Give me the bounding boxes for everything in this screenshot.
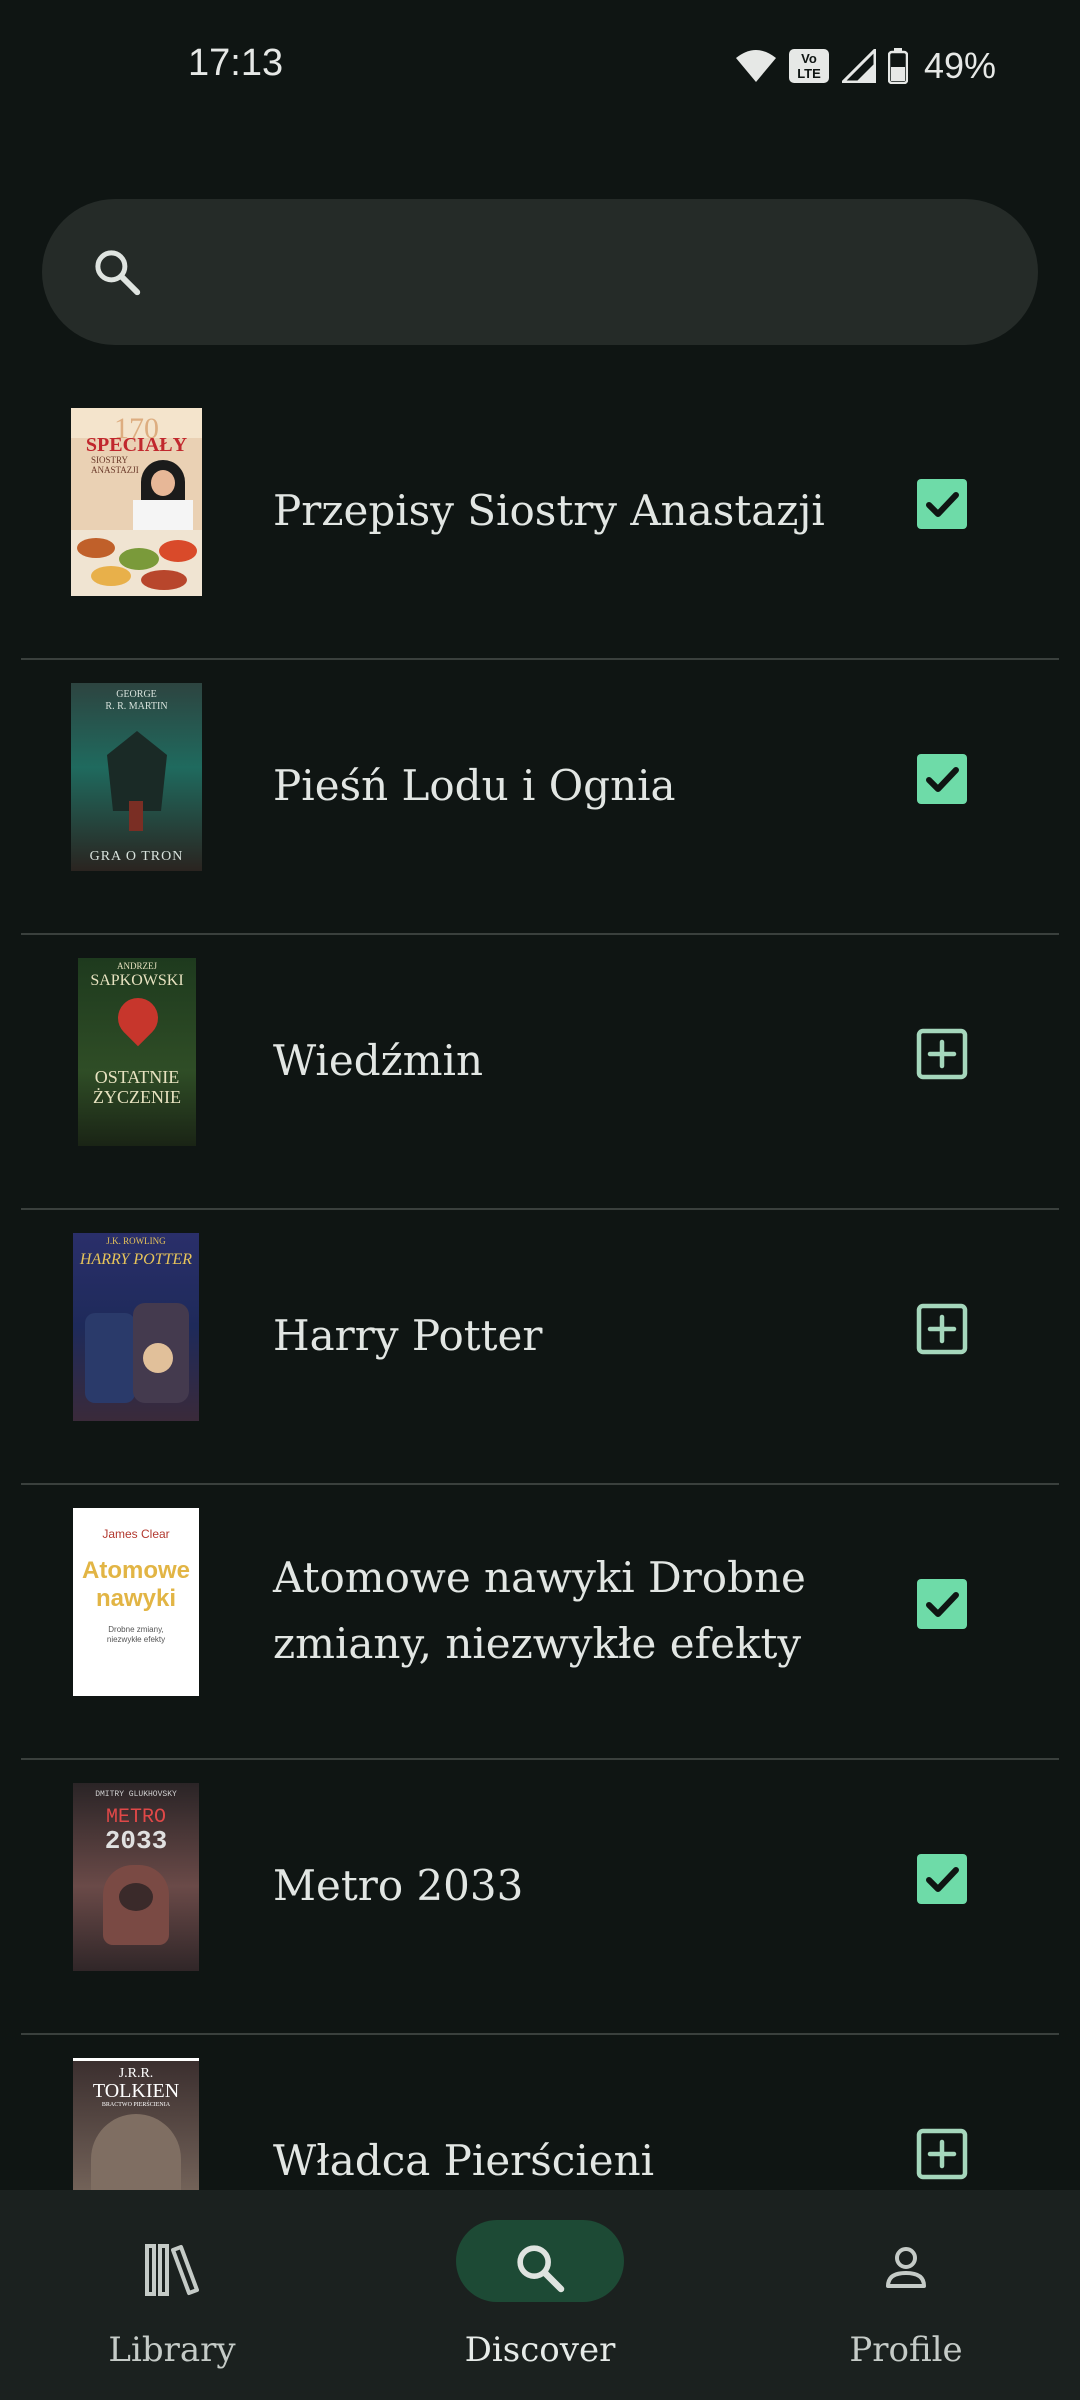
list-item[interactable]: James Clear Atomowe nawyki Drobne zmiany… [0,1485,1080,1760]
add-to-library-button[interactable] [915,2127,969,2181]
book-title: Pieśń Lodu i Ognia [273,760,676,810]
checkbox-checked-icon [917,754,967,804]
list-item[interactable]: 170 SPECIAŁY SIOSTRY ANASTAZJI Przepisy … [0,385,1080,660]
cover-text: Atomowe [82,1557,190,1584]
volte-line2: LTE [797,66,821,81]
cover-text: SPECIAŁY [85,434,188,456]
cover-text: DMITRY GLUKHOVSKY [95,1790,177,1799]
library-icon [143,2240,201,2302]
nav-label: Library [108,2330,236,2370]
book-cover: J.K. ROWLING HARRY POTTER [73,1233,199,1421]
bottom-navigation: Library Discover Profile [0,2190,1080,2400]
add-to-library-button[interactable] [915,1302,969,1356]
book-title: Władca Pierścieni [273,2135,655,2185]
cover-text: SAPKOWSKI [90,972,184,989]
search-icon [90,245,144,303]
book-title: Przepisy Siostry Anastazji [273,485,825,535]
signal-icon [841,49,876,83]
book-cover: J.R.R. TOLKIEN BRACTWO PIERŚCIENIA [73,2058,199,2190]
list-item[interactable]: J.K. ROWLING HARRY POTTER Harry Potter [0,1210,1080,1485]
book-cover: DMITRY GLUKHOVSKY METRO 2033 [73,1783,199,1971]
in-library-checkbox[interactable] [915,752,969,806]
status-time: 17:13 [188,42,284,84]
battery-icon [887,48,908,84]
book-title: Metro 2033 [273,1860,524,1910]
book-cover: James Clear Atomowe nawyki Drobne zmiany… [73,1508,199,1696]
cover-text: J.K. ROWLING [106,1236,166,1246]
battery-percent: 49% [923,45,996,86]
cover-text: HARRY POTTER [79,1251,193,1268]
status-icons: Vo LTE 49% [735,45,996,87]
add-box-icon [916,1303,968,1355]
list-item[interactable]: GEORGE R. R. MARTIN GRA O TRON Pieśń Lod… [0,660,1080,935]
cover-text: nawyki [95,1585,177,1612]
volte-line1: Vo [801,51,817,66]
book-cover: GEORGE R. R. MARTIN GRA O TRON [71,683,202,871]
book-title: Harry Potter [273,1310,543,1360]
nav-profile[interactable]: Profile [756,2190,1056,2400]
volte-icon: Vo LTE [788,48,830,84]
cover-text: R. R. MARTIN [105,701,168,712]
in-library-checkbox[interactable] [915,1852,969,1906]
list-item[interactable]: J.R.R. TOLKIEN BRACTWO PIERŚCIENIA Władc… [0,2035,1080,2190]
add-to-library-button[interactable] [915,1027,969,1081]
book-title: Atomowe nawyki Drobne zmiany, niezwykłe … [273,1553,806,1668]
cover-text: James Clear [102,1527,170,1541]
wifi-icon [735,49,776,83]
cover-text: OSTATNIE [94,1067,180,1087]
cover-text: BRACTWO PIERŚCIENIA [101,2102,171,2108]
cover-text: ANDRZEJ [117,961,157,971]
nav-label: Profile [849,2330,963,2370]
in-library-checkbox[interactable] [915,477,969,531]
checkbox-checked-icon [917,1579,967,1629]
status-bar: 17:13 Vo LTE 49% [0,0,1080,135]
nav-discover[interactable]: Discover [390,2190,690,2400]
cover-text: 2033 [104,1826,168,1856]
book-cover: 170 SPECIAŁY SIOSTRY ANASTAZJI [71,408,202,596]
cover-text: niezwykłe efekty [106,1635,166,1644]
cover-text: ŻYCZENIE [93,1087,181,1107]
add-box-icon [916,1028,968,1080]
person-icon [878,2240,934,2300]
search-input[interactable] [42,199,1038,345]
book-list[interactable]: 170 SPECIAŁY SIOSTRY ANASTAZJI Przepisy … [0,385,1080,2190]
nav-library[interactable]: Library [22,2190,322,2400]
cover-text: Drobne zmiany, [108,1625,164,1634]
search-icon [512,2240,568,2300]
cover-text: TOLKIEN [92,2080,180,2102]
add-box-icon [916,2128,968,2180]
book-cover: ANDRZEJ SAPKOWSKI OSTATNIE ŻYCZENIE [78,958,196,1146]
list-item[interactable]: DMITRY GLUKHOVSKY METRO 2033 Metro 2033 [0,1760,1080,2035]
in-library-checkbox[interactable] [915,1577,969,1631]
cover-text: GRA O TRON [89,849,184,864]
checkbox-checked-icon [917,479,967,529]
book-title: Wiedźmin [273,1035,484,1085]
checkbox-checked-icon [917,1854,967,1904]
list-item[interactable]: ANDRZEJ SAPKOWSKI OSTATNIE ŻYCZENIE Wied… [0,935,1080,1210]
cover-text: GEORGE [116,689,157,700]
nav-label: Discover [464,2330,616,2370]
